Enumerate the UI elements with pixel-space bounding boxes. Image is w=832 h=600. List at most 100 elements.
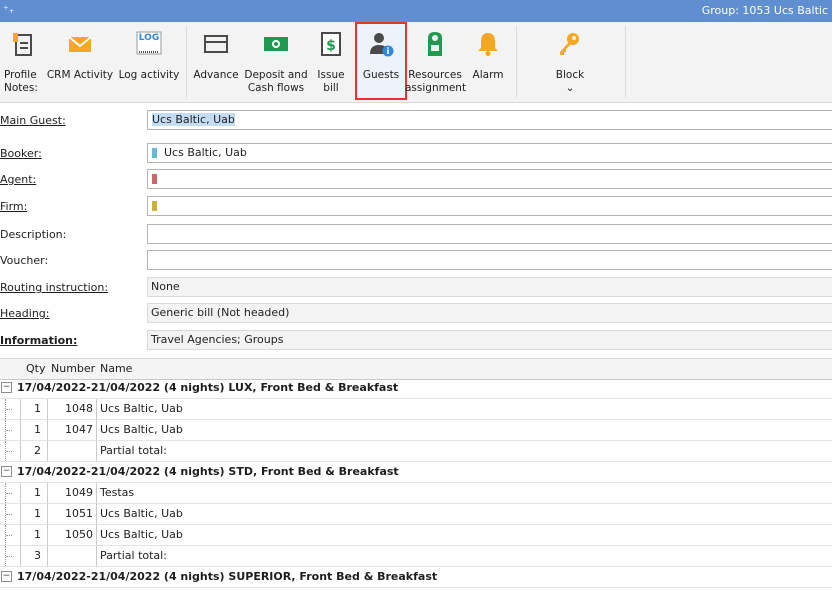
number-cell: 1047 (65, 423, 93, 436)
group-row[interactable]: −17/04/2022-21/04/2022 (4 nights) LUX, F… (0, 378, 832, 399)
number-cell: 1051 (65, 507, 93, 520)
information-field[interactable]: Travel Agencies; Groups (147, 330, 832, 350)
collapse-icon[interactable]: − (1, 382, 12, 393)
information-label[interactable]: Information: (0, 334, 77, 347)
resources-label-line1: Resources (408, 69, 462, 81)
name-cell: Ucs Baltic, Uab (100, 528, 183, 541)
issue-bill-button[interactable]: $ Issue bill (310, 22, 352, 100)
heading-row: Heading: Generic bill (Not headed) (0, 300, 832, 326)
deposit-cash-flows-button[interactable]: Deposit and Cash flows (242, 22, 310, 100)
main-guest-label[interactable]: Main Guest: (0, 114, 66, 127)
agent-row: Agent: (0, 166, 832, 192)
routing-instruction-label[interactable]: Routing instruction: (0, 281, 108, 294)
collapse-icon[interactable]: − (1, 571, 12, 582)
routing-instruction-value: None (151, 280, 180, 293)
crm-activity-label: CRM Activity (46, 69, 114, 81)
column-divider (96, 504, 97, 524)
firm-color-chip (152, 201, 157, 211)
column-divider (47, 441, 48, 461)
door-hanger-icon (428, 32, 442, 56)
group-row[interactable]: −17/04/2022-21/04/2022 (4 nights) SUPERI… (0, 567, 832, 588)
name-cell: Partial total: (100, 549, 167, 562)
voucher-input[interactable] (147, 250, 832, 270)
column-divider (96, 546, 97, 566)
table-row[interactable]: 1 1047 Ucs Baltic, Uab (0, 420, 832, 441)
voucher-label: Voucher: (0, 254, 49, 267)
table-row[interactable]: 1 1050 Ucs Baltic, Uab (0, 525, 832, 546)
number-cell: 1049 (65, 486, 93, 499)
agent-field[interactable] (147, 169, 832, 189)
group-row[interactable]: −17/04/2022-21/04/2022 (4 nights) STD, F… (0, 462, 832, 483)
guest-info-icon (370, 33, 394, 57)
chevron-down-icon[interactable]: ⌄ (540, 82, 600, 95)
collapse-icon[interactable]: − (1, 466, 12, 477)
log-badge: LOG (138, 33, 160, 43)
column-divider (96, 399, 97, 419)
guests-button[interactable]: Guests (355, 22, 407, 100)
information-value: Travel Agencies; Groups (151, 333, 284, 346)
tree-connector (5, 399, 16, 419)
alarm-label: Alarm (472, 69, 504, 81)
log-activity-button[interactable]: LOG Log activity (116, 22, 182, 100)
group-details-form: Main Guest: Ucs Baltic, Uab Booker: Ucs … (0, 103, 832, 355)
alarm-button[interactable]: Alarm (467, 22, 509, 100)
ribbon-separator (625, 26, 626, 98)
table-row[interactable]: 1 1048 Ucs Baltic, Uab (0, 399, 832, 420)
agent-label[interactable]: Agent: (0, 173, 36, 186)
resources-assignment-button[interactable]: Resources assignment (405, 22, 467, 100)
profile-notes-label-line2: Notes: (4, 82, 38, 94)
tree-connector (5, 546, 16, 566)
booker-label[interactable]: Booker: (0, 147, 42, 160)
block-button[interactable]: Block ⌄ (540, 22, 600, 100)
profile-notes-button[interactable]: Profile Notes: (2, 22, 44, 100)
title-bar: ⁺₊ Group: 1053 Ucs Baltic (0, 0, 832, 22)
crm-activity-button[interactable]: CRM Activity (44, 22, 116, 100)
table-row[interactable]: 1 1049 Testas (0, 483, 832, 504)
partial-total-row[interactable]: 3 Partial total: (0, 546, 832, 567)
group-title: 17/04/2022-21/04/2022 (4 nights) LUX, Fr… (17, 381, 399, 394)
main-guest-value: Ucs Baltic, Uab (152, 113, 235, 126)
ribbon-toolbar: Profile Notes: CRM Activity LOG Log acti… (0, 22, 832, 103)
firm-label[interactable]: Firm: (0, 200, 27, 213)
main-guest-field[interactable]: Ucs Baltic, Uab (147, 110, 832, 130)
name-cell: Ucs Baltic, Uab (100, 423, 183, 436)
ribbon-separator (186, 26, 187, 98)
column-header-name[interactable]: Name (100, 362, 132, 375)
advance-button[interactable]: Advance (190, 22, 242, 100)
routing-instruction-field[interactable]: None (147, 277, 832, 297)
qty-cell: 1 (34, 486, 41, 499)
heading-label[interactable]: Heading: (0, 307, 49, 320)
guests-label: Guests (362, 69, 400, 81)
description-input[interactable] (147, 224, 832, 244)
tree-connector (5, 441, 16, 461)
resources-label-line2: assignment (405, 82, 467, 94)
heading-field[interactable]: Generic bill (Not headed) (147, 303, 832, 323)
table-row[interactable]: 1 1051 Ucs Baltic, Uab (0, 504, 832, 525)
dollar-bill-icon: $ (321, 32, 341, 56)
advance-label: Advance (193, 69, 239, 81)
booker-row: Booker: Ucs Baltic, Uab (0, 140, 832, 166)
grid-header: Qty Number Name (0, 358, 832, 380)
name-cell: Ucs Baltic, Uab (100, 507, 183, 520)
firm-row: Firm: (0, 193, 832, 219)
qty-cell: 3 (34, 549, 41, 562)
rooms-grid: Qty Number Name −17/04/2022-21/04/2022 (… (0, 358, 832, 600)
pin-icon[interactable]: ⁺₊ (3, 3, 15, 16)
qty-cell: 1 (34, 423, 41, 436)
banknote-icon (264, 37, 288, 51)
column-header-qty[interactable]: Qty (26, 362, 45, 375)
column-divider (96, 483, 97, 503)
voucher-row: Voucher: (0, 247, 832, 273)
information-row: Information: Travel Agencies; Groups (0, 327, 832, 353)
partial-total-row[interactable]: 2 Partial total: (0, 441, 832, 462)
description-label: Description: (0, 228, 67, 241)
issue-bill-label-line1: Issue (317, 69, 345, 81)
bell-icon (478, 33, 498, 56)
booker-field[interactable]: Ucs Baltic, Uab (147, 143, 832, 163)
issue-bill-label-line2: bill (323, 82, 339, 94)
deposit-label-line1: Deposit and (244, 69, 308, 81)
column-header-number[interactable]: Number (51, 362, 95, 375)
group-title: 17/04/2022-21/04/2022 (4 nights) STD, Fr… (17, 465, 399, 478)
qty-cell: 2 (34, 444, 41, 457)
firm-field[interactable] (147, 196, 832, 216)
